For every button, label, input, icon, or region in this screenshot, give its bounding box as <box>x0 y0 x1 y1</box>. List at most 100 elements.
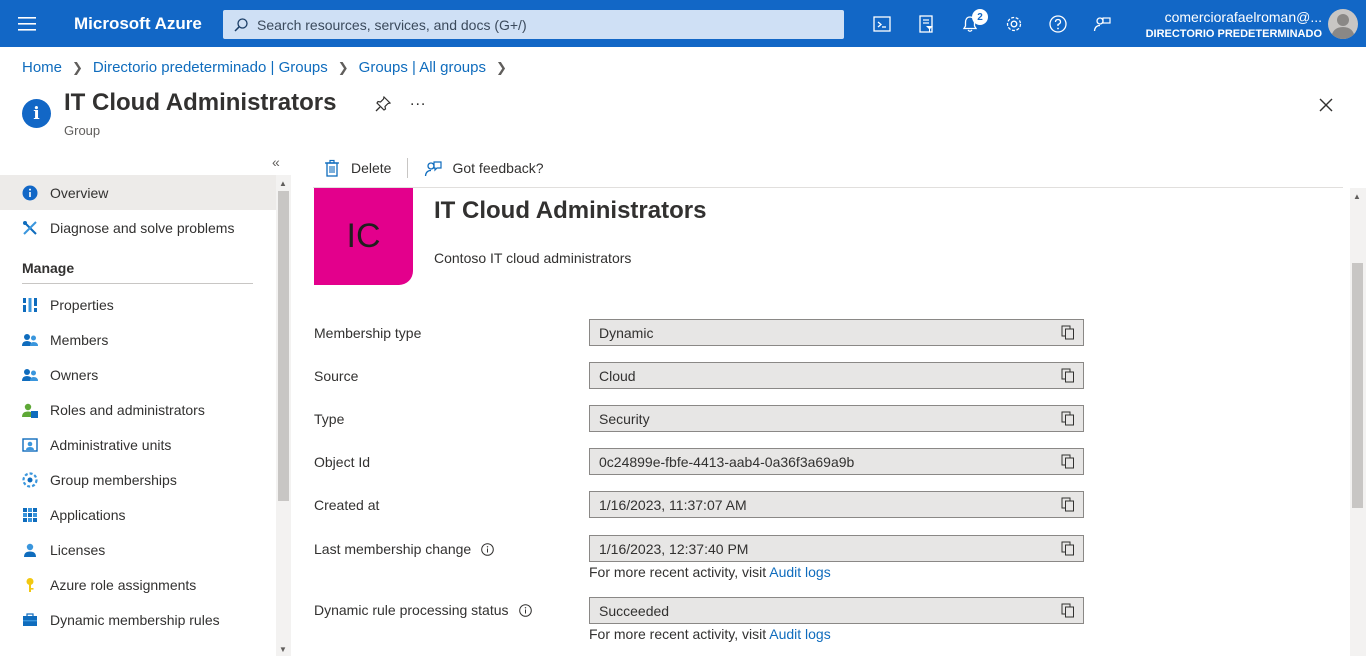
sidebar-item-applications[interactable]: Applications <box>0 497 276 532</box>
breadcrumb-all-groups[interactable]: Groups | All groups <box>359 59 486 76</box>
info-icon[interactable] <box>481 542 495 556</box>
owners-icon <box>22 368 38 381</box>
portal-brand[interactable]: Microsoft Azure <box>54 14 224 34</box>
copy-icon[interactable] <box>1061 541 1075 556</box>
sidebar-section-manage: Manage <box>22 260 75 276</box>
main-scrollbar[interactable]: ▲ <box>1350 188 1366 656</box>
feedback-label: Got feedback? <box>452 160 544 176</box>
sidebar-item-properties[interactable]: Properties <box>0 287 276 322</box>
scroll-up-icon[interactable]: ▲ <box>1353 192 1361 201</box>
help-icon[interactable] <box>1036 0 1080 47</box>
account-email: comerciorafaelroman@... <box>1164 9 1322 25</box>
group-name: IT Cloud Administrators <box>434 197 707 224</box>
avatar[interactable] <box>1328 9 1358 39</box>
source-field[interactable]: Cloud <box>589 362 1084 389</box>
source-label: Source <box>314 368 358 384</box>
copy-icon[interactable] <box>1061 411 1075 426</box>
sidebar-item-label: Roles and administrators <box>50 401 205 418</box>
group-description: Contoso IT cloud administrators <box>434 250 632 266</box>
object-id-field[interactable]: 0c24899e-fbfe-4413-aab4-0a36f3a69a9b <box>589 448 1084 475</box>
sidebar-item-members[interactable]: Members <box>0 322 276 357</box>
property-value: Succeeded <box>599 602 670 619</box>
property-label-text: Membership type <box>314 325 422 341</box>
audit-logs-link[interactable]: Audit logs <box>769 564 830 580</box>
property-value: Dynamic <box>599 324 654 341</box>
properties-icon <box>23 297 37 312</box>
copy-icon[interactable] <box>1061 325 1075 340</box>
info-icon[interactable] <box>518 603 532 617</box>
copy-icon[interactable] <box>1061 368 1075 383</box>
chevron-right-icon: ❯ <box>337 59 349 75</box>
notifications-icon[interactable]: 2 <box>948 0 992 47</box>
roles-icon <box>22 403 38 418</box>
sidebar-item-dynamic-membership-rules[interactable]: Dynamic membership rules <box>0 602 276 637</box>
sidebar-scrollbar[interactable]: ▲ ▼ <box>276 175 291 656</box>
page-subtitle: Group <box>64 123 101 138</box>
feedback-icon[interactable] <box>1080 0 1124 47</box>
dynamic-rule-status-field[interactable]: Succeeded <box>589 597 1084 624</box>
sidebar-item-diagnose[interactable]: Diagnose and solve problems <box>0 210 276 245</box>
scrollbar-thumb[interactable] <box>1352 263 1363 508</box>
property-value: 0c24899e-fbfe-4413-aab4-0a36f3a69a9b <box>599 453 855 470</box>
cloud-shell-icon[interactable] <box>860 0 904 47</box>
type-field[interactable]: Security <box>589 405 1084 432</box>
property-value: 1/16/2023, 12:37:40 PM <box>599 540 749 557</box>
licenses-icon <box>24 543 36 557</box>
sidebar-item-label: Licenses <box>50 541 106 558</box>
property-label-text: Last membership change <box>314 541 472 557</box>
search-icon <box>234 17 248 32</box>
wrench-icon <box>23 220 37 235</box>
sidebar-item-owners[interactable]: Owners <box>0 357 276 392</box>
close-icon[interactable] <box>1318 97 1334 113</box>
sidebar-item-group-memberships[interactable]: Group memberships <box>0 462 276 497</box>
created-at-label: Created at <box>314 497 379 513</box>
scroll-up-icon[interactable]: ▲ <box>279 179 287 188</box>
audit-logs-link[interactable]: Audit logs <box>769 626 830 642</box>
membership-type-field[interactable]: Dynamic <box>589 319 1084 346</box>
hamburger-menu-icon[interactable] <box>0 0 54 47</box>
directory-filter-icon[interactable] <box>904 0 948 47</box>
sidebar-item-label: Owners <box>50 366 99 383</box>
account-menu[interactable]: comerciorafaelroman@... DIRECTORIO PREDE… <box>1146 9 1322 40</box>
delete-button[interactable]: Delete <box>313 159 401 177</box>
sidebar-item-azure-role-assignments[interactable]: Azure role assignments <box>0 567 276 602</box>
copy-icon[interactable] <box>1061 603 1075 618</box>
sidebar-item-licenses[interactable]: Licenses <box>0 532 276 567</box>
sidebar-item-label: Properties <box>50 296 114 313</box>
scroll-down-icon[interactable]: ▼ <box>279 645 287 654</box>
sidebar-item-label: Azure role assignments <box>50 576 197 593</box>
feedback-button[interactable]: Got feedback? <box>414 159 553 177</box>
scrollbar-thumb[interactable] <box>278 191 289 501</box>
delete-label: Delete <box>351 160 392 176</box>
breadcrumb-home[interactable]: Home <box>22 59 62 76</box>
members-icon <box>22 333 38 346</box>
pin-icon[interactable] <box>375 96 391 112</box>
settings-icon[interactable] <box>992 0 1036 47</box>
search-input[interactable] <box>257 16 817 33</box>
sidebar-item-roles[interactable]: Roles and administrators <box>0 392 276 427</box>
copy-icon[interactable] <box>1061 497 1075 512</box>
notification-count-badge: 2 <box>972 9 988 25</box>
sidebar-item-label: Diagnose and solve problems <box>50 219 235 236</box>
activity-hint-text: For more recent activity, visit <box>589 564 770 580</box>
activity-hint: For more recent activity, visit Audit lo… <box>589 564 831 580</box>
last-membership-change-label: Last membership change <box>314 541 495 557</box>
last-membership-change-field[interactable]: 1/16/2023, 12:37:40 PM <box>589 535 1084 562</box>
sidebar-divider <box>22 283 253 284</box>
created-at-field[interactable]: 1/16/2023, 11:37:07 AM <box>589 491 1084 518</box>
sidebar-item-overview[interactable]: Overview <box>0 175 276 210</box>
global-search[interactable] <box>223 10 844 39</box>
feedback-icon <box>425 161 443 177</box>
group-info-icon: i <box>22 99 51 128</box>
command-bar: Delete Got feedback? <box>313 150 554 186</box>
type-label: Type <box>314 411 344 427</box>
sidebar-item-label: Group memberships <box>50 471 177 488</box>
sidebar-item-admin-units[interactable]: Administrative units <box>0 427 276 462</box>
breadcrumb: Home ❯ Directorio predeterminado | Group… <box>22 59 517 76</box>
more-options-icon[interactable]: ... <box>410 92 426 110</box>
breadcrumb-directory-groups[interactable]: Directorio predeterminado | Groups <box>93 59 328 76</box>
chevron-right-icon: ❯ <box>495 59 507 75</box>
copy-icon[interactable] <box>1061 454 1075 469</box>
collapse-sidebar-icon[interactable]: « <box>272 154 280 170</box>
property-label-text: Object Id <box>314 454 371 470</box>
